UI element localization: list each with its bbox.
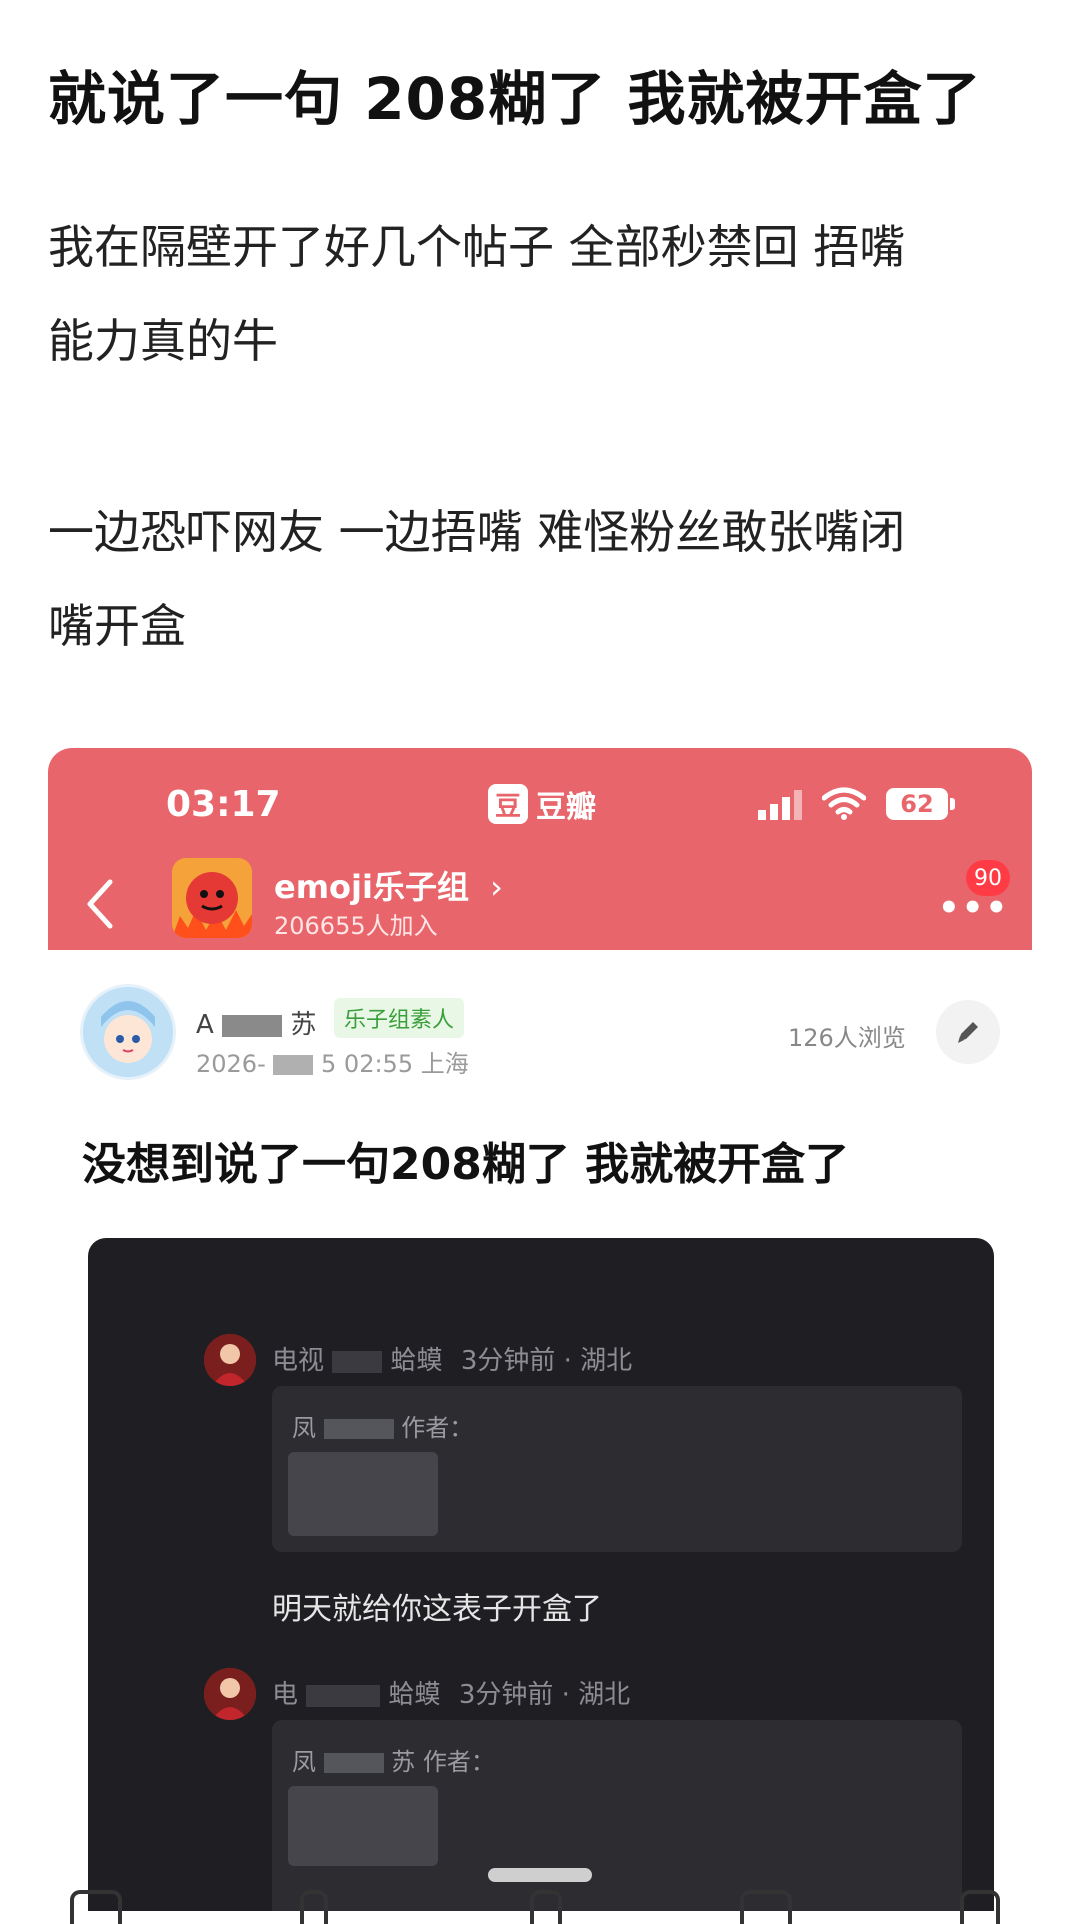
comment-time-location: 3分钟前 · 湖北	[458, 1680, 631, 1710]
post-timestamp: 2026- 5 02:55 上海	[196, 1044, 469, 1079]
quoted-label: 作者：	[422, 1748, 495, 1776]
chevron-right-icon: ›	[490, 868, 503, 906]
redaction-mask	[222, 1014, 283, 1037]
app-name: 豆瓣	[536, 790, 596, 825]
share-tab-icon[interactable]	[530, 1890, 562, 1924]
quoted-name: 凤	[292, 1748, 316, 1776]
author-avatar[interactable]	[80, 984, 176, 1080]
inner-post-title: 没想到说了一句208糊了 我就被开盒了	[82, 1139, 850, 1190]
group-avatar[interactable]	[172, 858, 252, 938]
quoted-reply: 凤 作者：	[272, 1386, 962, 1552]
post-body-line: 我在隔壁开了好几个帖子 全部秒禁回 捂嘴	[48, 220, 906, 274]
app-logo: 豆 豆瓣	[488, 782, 596, 826]
post-body-paragraph-1: 我在隔壁开了好几个帖子 全部秒禁回 捂嘴 能力真的牛	[48, 200, 1028, 388]
pencil-icon	[958, 1022, 978, 1043]
comment-time-location: 3分钟前 · 湖北	[460, 1346, 633, 1376]
redaction-mask	[332, 1350, 383, 1373]
commenter-name-prefix: 电	[272, 1680, 299, 1710]
member-count: 206655人加入	[274, 912, 438, 940]
commenter-avatar	[204, 1334, 256, 1386]
redaction-mask	[323, 1753, 384, 1773]
home-indicator	[488, 1868, 592, 1882]
author-name-prefix: A	[196, 1010, 214, 1040]
quoted-author: 凤 苏 作者：	[292, 1742, 495, 1777]
battery-tip	[950, 798, 955, 810]
comment-text: 明天就给你这表子开盒了	[272, 1592, 602, 1627]
person-photo-icon	[204, 1334, 256, 1386]
app-header: 03:17 豆 豆瓣 62 emoji乐子组 › 206655人加入 ••• 9…	[48, 748, 1032, 950]
author-name-suffix: 苏	[290, 1010, 317, 1040]
person-photo-icon	[204, 1668, 256, 1720]
post-body-line: 能力真的牛	[48, 314, 278, 368]
author-name[interactable]: A 苏	[196, 1004, 316, 1041]
group-name: emoji乐子组	[274, 868, 469, 906]
member-tag: 乐子组素人	[334, 998, 465, 1038]
wifi-icon	[822, 787, 866, 820]
fire-monster-icon	[172, 858, 252, 938]
quoted-name-suffix: 苏	[391, 1748, 416, 1776]
signal-icon	[758, 790, 802, 820]
quoted-label: 作者：	[401, 1414, 474, 1442]
quoted-name: 凤	[292, 1414, 316, 1442]
edit-button[interactable]	[936, 1000, 1000, 1064]
pen-tab-icon[interactable]	[300, 1890, 328, 1924]
battery-indicator: 62	[886, 788, 948, 820]
redaction-mask	[323, 1419, 394, 1439]
post-body-line: 嘴开盒	[48, 599, 186, 653]
redaction-mask	[288, 1452, 438, 1536]
post-body-paragraph-2: 一边恐吓网友 一边捂嘴 难怪粉丝敢张嘴闭 嘴开盒	[48, 485, 1028, 673]
commenter-name-prefix: 电视	[272, 1346, 325, 1376]
redaction-mask	[306, 1684, 381, 1707]
redaction-mask	[273, 1055, 314, 1075]
profile-tab-icon[interactable]	[960, 1890, 1000, 1924]
quoted-author: 凤 作者：	[292, 1408, 473, 1443]
comment-meta: 电视 蛤蟆 3分钟前 · 湖北	[272, 1340, 632, 1377]
timestamp-suffix: 5 02:55 上海	[321, 1050, 469, 1078]
cartoon-girl-avatar-icon	[83, 987, 173, 1077]
post-title: 就说了一句 208糊了 我就被开盒了	[48, 65, 982, 133]
home-tab-icon[interactable]	[70, 1890, 122, 1924]
douban-logo-icon: 豆	[488, 784, 528, 824]
comment-meta: 电 蛤蟆 3分钟前 · 湖北	[272, 1674, 630, 1711]
post-body-line: 一边恐吓网友 一边捂嘴 难怪粉丝敢张嘴闭	[48, 505, 906, 559]
comment-screenshot: 电视 蛤蟆 3分钟前 · 湖北 凤 作者： 明天就给你这表子开盒了 电 蛤蟆 3…	[88, 1238, 994, 1911]
back-chevron-icon[interactable]	[80, 876, 120, 932]
commenter-name-suffix: 蛤蟆	[390, 1346, 443, 1376]
view-count: 126人浏览	[788, 1024, 906, 1052]
status-time: 03:17	[166, 784, 281, 825]
embedded-screenshot: 03:17 豆 豆瓣 62 emoji乐子组 › 206655人加入 ••• 9…	[48, 748, 1032, 1911]
timestamp-prefix: 2026-	[196, 1050, 266, 1078]
commenter-avatar	[204, 1668, 256, 1720]
quoted-reply: 凤 苏 作者：	[272, 1720, 962, 1911]
group-name-link[interactable]: emoji乐子组 ›	[274, 862, 503, 908]
redaction-mask	[288, 1786, 438, 1866]
commenter-name-suffix: 蛤蟆	[388, 1680, 441, 1710]
notification-badge: 90	[966, 860, 1010, 896]
message-tab-icon[interactable]	[740, 1890, 792, 1924]
